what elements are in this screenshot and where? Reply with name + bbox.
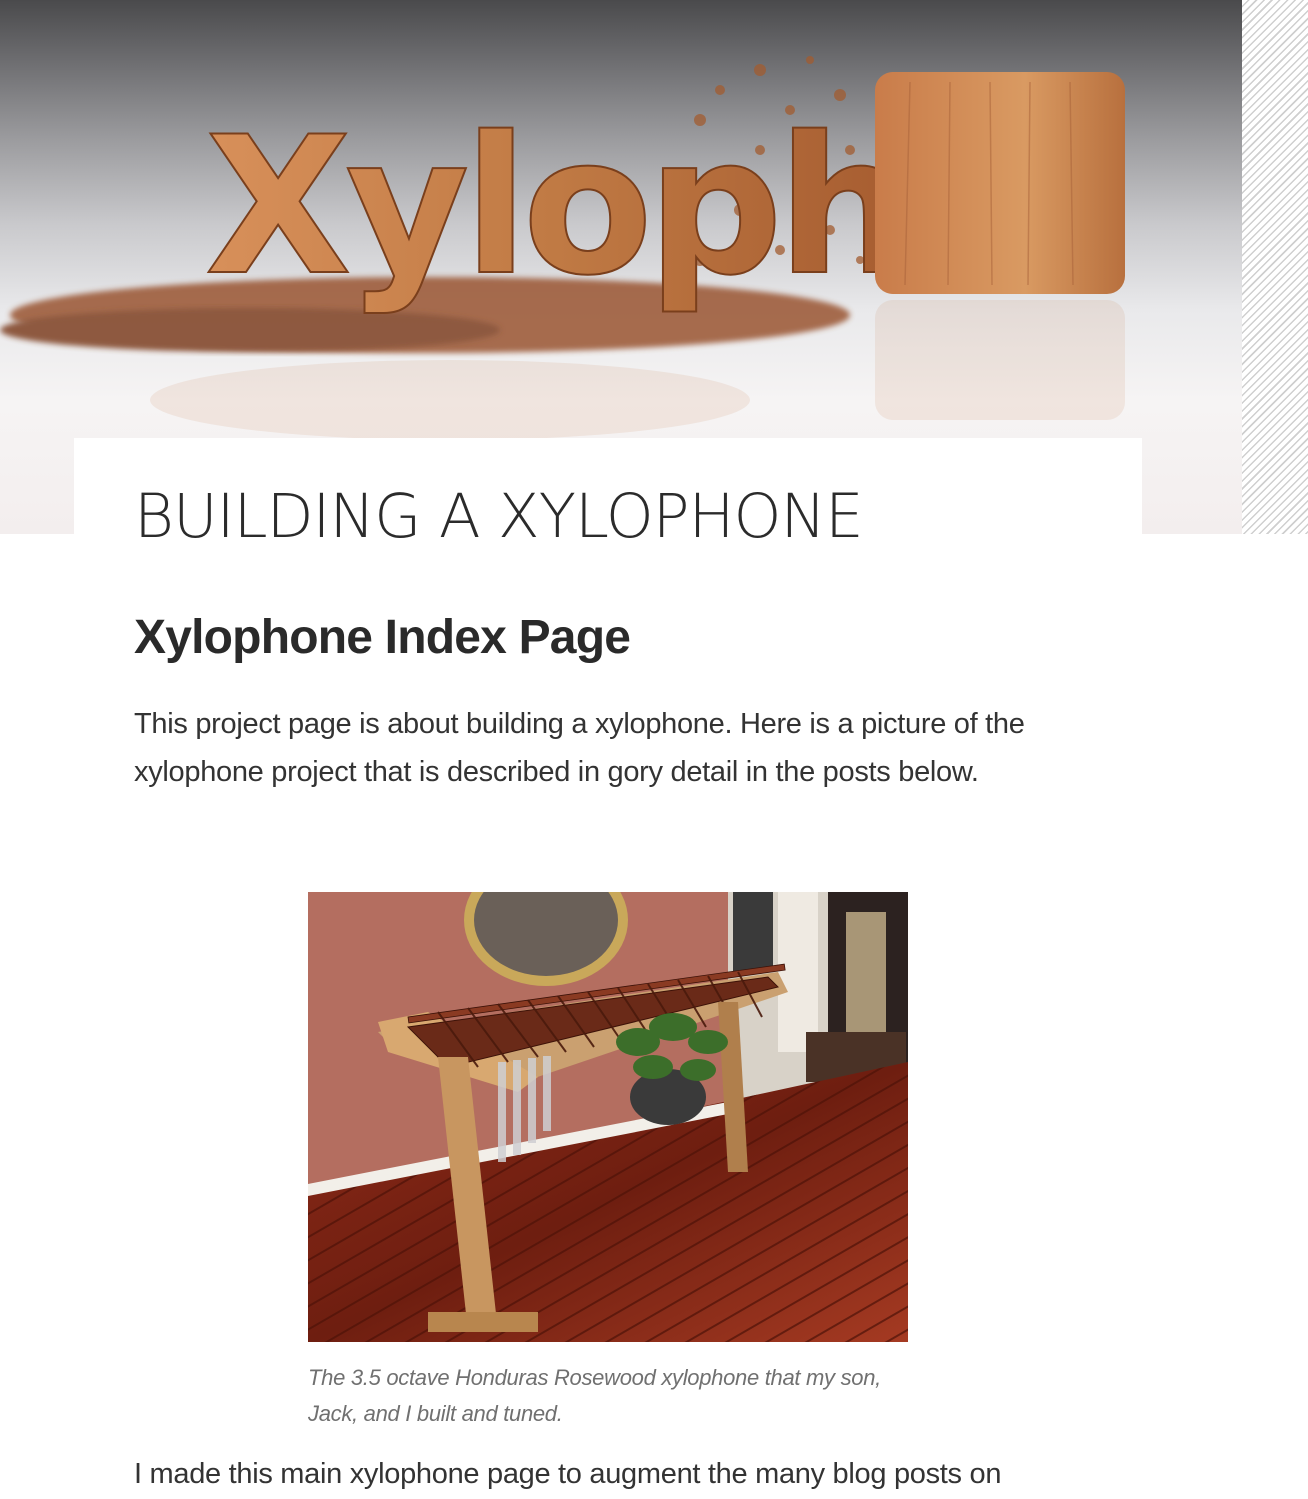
banner-text: Xyloph (205, 96, 906, 317)
page-heading: Xylophone Index Page (134, 611, 631, 664)
site-title: BUILDING A XYLOPHONE (134, 481, 864, 552)
figure-caption: The 3.5 octave Honduras Rosewood xylopho… (308, 1365, 881, 1426)
content-card: BUILDING A XYLOPHONE Xylophone Index Pag… (74, 438, 1142, 1499)
intro-paragraph: This project page is about building a xy… (134, 708, 1025, 788)
closing-paragraph: I made this main xylophone page to augme… (134, 1458, 1002, 1490)
decorative-stripes (1242, 0, 1308, 534)
page: Xyloph BUILDING A XYLOPHONE Xylophone In… (0, 0, 1308, 1499)
xylophone-photo-icon[interactable] (308, 892, 908, 1342)
xylophone-figure: The 3.5 octave Honduras Rosewood xylopho… (308, 892, 908, 1432)
